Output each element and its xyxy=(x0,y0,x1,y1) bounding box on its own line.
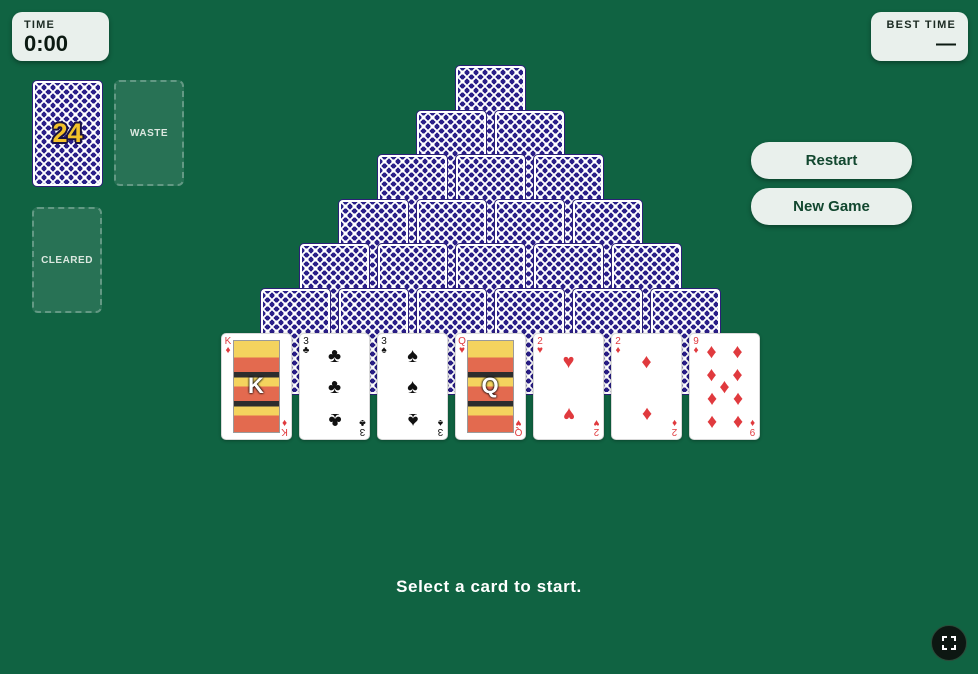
card-pip-icon: ♠ xyxy=(407,375,418,398)
card-suit-icon: ♠ xyxy=(381,344,387,356)
card-suit-icon: ♥ xyxy=(593,416,599,428)
pyramid-card[interactable]: 2 ♥ 2 ♥ ♥ ♥ xyxy=(532,332,604,440)
court-card-letter: K xyxy=(248,373,264,399)
card-corner-index: 9 ♦ xyxy=(692,336,701,356)
card-corner-index: 3 ♣ xyxy=(358,416,367,437)
card-suit-icon: ♦ xyxy=(615,344,621,356)
card-pip-icon: ♥ xyxy=(562,402,575,425)
court-card-letter: Q xyxy=(481,373,499,399)
card-corner-index: 2 ♥ xyxy=(536,336,545,356)
best-time-label: BEST TIME xyxy=(886,19,956,31)
card-suit-icon: ♦ xyxy=(693,344,699,356)
card-corner-index: 9 ♦ xyxy=(748,416,757,437)
card-pip-icon: ♦ xyxy=(732,387,743,410)
pyramid-card[interactable]: K ♦ K ♦ K xyxy=(220,332,292,440)
card-pip-icon: ♦ xyxy=(706,410,717,433)
card-corner-index: 3 ♠ xyxy=(436,416,445,437)
stock-count: 24 xyxy=(52,118,83,148)
card-corner-index: 3 ♠ xyxy=(380,336,389,356)
card-pip-icon: ♦ xyxy=(641,402,652,425)
card-pip-icon: ♦ xyxy=(706,387,717,410)
card-suit-icon: ♦ xyxy=(225,344,231,356)
card-corner-index: 2 ♥ xyxy=(592,416,601,437)
best-time-panel: BEST TIME — xyxy=(871,12,968,61)
card-corner-index: K ♦ xyxy=(224,336,233,356)
pyramid-card[interactable]: Q ♥ Q ♥ Q xyxy=(454,332,526,440)
court-card-art: Q xyxy=(466,339,514,433)
card-pip-icon: ♣ xyxy=(327,375,342,398)
pyramid-card[interactable]: 2 ♦ 2 ♦ ♦ ♦ xyxy=(610,332,682,440)
stock-pile[interactable]: 24 xyxy=(32,80,103,187)
card-suit-icon: ♥ xyxy=(459,344,465,356)
card-pip-icon: ♣ xyxy=(327,408,342,431)
card-corner-index: 3 ♣ xyxy=(302,336,311,356)
fullscreen-button[interactable] xyxy=(931,625,967,661)
court-card-art: K xyxy=(232,339,280,433)
card-pip-icon: ♠ xyxy=(407,344,418,367)
card-pip-icon: ♦ xyxy=(732,340,743,363)
card-corner-index: Q ♥ xyxy=(458,336,467,356)
new-game-button[interactable]: New Game xyxy=(751,188,912,225)
card-pip-icon: ♠ xyxy=(407,408,418,431)
card-corner-index: 2 ♦ xyxy=(614,336,623,356)
waste-pile[interactable]: WASTE xyxy=(114,80,184,186)
card-suit-icon: ♠ xyxy=(437,416,443,428)
timer-label: TIME xyxy=(24,19,56,31)
best-time-value: — xyxy=(936,33,956,55)
pyramid-card[interactable]: 3 ♣ 3 ♣ ♣ ♣ ♣ xyxy=(298,332,370,440)
status-message: Select a card to start. xyxy=(396,577,582,596)
pyramid-card[interactable]: 3 ♠ 3 ♠ ♠ ♠ ♠ xyxy=(376,332,448,440)
cleared-pile: CLEARED xyxy=(32,207,102,313)
card-suit-icon: ♣ xyxy=(302,344,310,356)
card-pip-icon: ♦ xyxy=(732,410,743,433)
card-corner-index: 2 ♦ xyxy=(670,416,679,437)
pyramid-card[interactable]: 9 ♦ 9 ♦ ♦ ♦ ♦ ♦ ♦ ♦ ♦ ♦ ♦ xyxy=(688,332,760,440)
card-pip-icon: ♦ xyxy=(706,340,717,363)
timer-value: 0:00 xyxy=(24,31,69,56)
fullscreen-icon xyxy=(942,636,956,650)
card-pip-icon: ♣ xyxy=(327,344,342,367)
card-suit-icon: ♦ xyxy=(671,416,677,428)
card-suit-icon: ♥ xyxy=(537,344,543,356)
card-corner-index: Q ♥ xyxy=(514,417,523,437)
card-pip-icon: ♦ xyxy=(641,350,652,373)
card-suit-icon: ♣ xyxy=(358,416,366,428)
card-suit-icon: ♦ xyxy=(749,416,755,428)
card-corner-index: K ♦ xyxy=(280,417,289,437)
restart-button[interactable]: Restart xyxy=(751,142,912,179)
card-pip-icon: ♥ xyxy=(562,350,575,373)
timer-panel: TIME 0:00 xyxy=(12,12,109,61)
